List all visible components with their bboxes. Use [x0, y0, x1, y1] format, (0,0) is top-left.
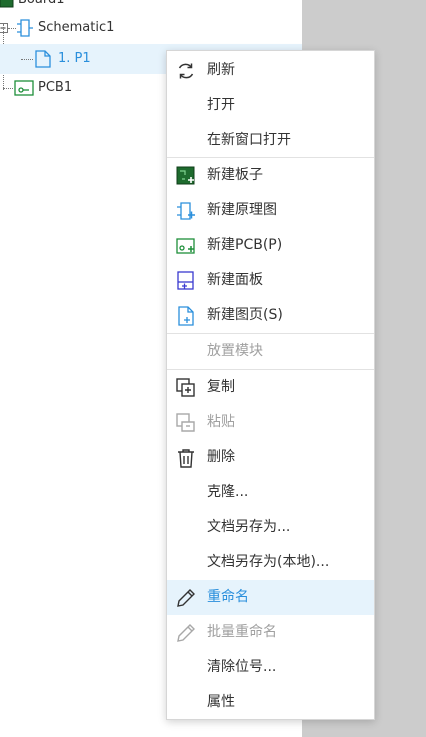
tree-item-page-label: 1. P1: [58, 51, 91, 66]
menu-item-label: 复制: [207, 379, 235, 395]
menu-item-save-as-local[interactable]: 文档另存为(本地)...: [167, 545, 374, 580]
pencil-icon: [177, 589, 195, 607]
menu-item-clear-designators[interactable]: 清除位号...: [167, 650, 374, 685]
paste-icon: [176, 413, 195, 432]
menu-item-label: 新建面板: [207, 272, 263, 288]
context-menu: 刷新 打开 在新窗口打开 新建板子 新建原理图 新建PCB(P) 新建面板 新建…: [166, 50, 375, 720]
board-icon: [0, 0, 14, 8]
menu-item-label: 重命名: [207, 589, 249, 605]
menu-item-new-panel[interactable]: 新建面板: [167, 263, 374, 298]
refresh-icon: [178, 63, 194, 79]
tree-item-board-label: Board1: [18, 0, 64, 14]
new-pcb-icon: [176, 238, 195, 254]
menu-item-new-pcb[interactable]: 新建PCB(P): [167, 228, 374, 263]
collapse-toggle-icon[interactable]: [0, 23, 8, 33]
menu-item-clone[interactable]: 克隆...: [167, 475, 374, 510]
menu-item-new-schematic[interactable]: 新建原理图: [167, 193, 374, 228]
new-schematic-icon: [177, 202, 195, 220]
pcb-icon: [14, 80, 34, 96]
menu-item-open[interactable]: 打开: [167, 88, 374, 123]
new-page-icon: [178, 306, 194, 326]
schematic-icon: [17, 19, 33, 37]
menu-item-new-board[interactable]: 新建板子: [167, 158, 374, 193]
tree-item-schematic-label: Schematic1: [38, 20, 115, 35]
menu-item-label: 粘贴: [207, 414, 235, 430]
menu-item-delete[interactable]: 删除: [167, 440, 374, 475]
menu-item-label: 新建PCB(P): [207, 237, 283, 253]
page-icon: [35, 50, 51, 68]
menu-item-open-new-window[interactable]: 在新窗口打开: [167, 123, 374, 158]
menu-item-label: 属性: [207, 694, 235, 710]
menu-item-batch-rename: 批量重命名: [167, 615, 374, 650]
menu-item-save-as[interactable]: 文档另存为...: [167, 510, 374, 545]
menu-item-label: 新建图页(S): [207, 307, 283, 323]
tree-item-pcb-label: PCB1: [38, 80, 73, 95]
menu-item-place-module: 放置模块: [167, 334, 374, 369]
menu-item-label: 删除: [207, 449, 235, 465]
menu-item-properties[interactable]: 属性: [167, 685, 374, 720]
trash-icon: [178, 449, 194, 468]
menu-item-rename[interactable]: 重命名: [167, 580, 374, 615]
menu-item-new-page[interactable]: 新建图页(S): [167, 298, 374, 333]
menu-item-label: 新建板子: [207, 167, 263, 183]
menu-item-label: 放置模块: [207, 343, 263, 359]
menu-item-label: 文档另存为(本地)...: [207, 554, 330, 570]
menu-item-label: 批量重命名: [207, 624, 277, 640]
menu-item-label: 在新窗口打开: [207, 132, 291, 148]
menu-item-refresh[interactable]: 刷新: [167, 53, 374, 88]
tree-item-schematic[interactable]: Schematic1: [0, 14, 302, 42]
menu-item-label: 新建原理图: [207, 202, 277, 218]
new-panel-icon: [177, 271, 194, 290]
menu-item-label: 克隆...: [207, 484, 249, 500]
menu-item-copy[interactable]: 复制: [167, 370, 374, 405]
menu-item-label: 清除位号...: [207, 659, 277, 675]
copy-icon: [176, 378, 195, 397]
menu-item-label: 刷新: [207, 62, 235, 78]
new-board-icon: [176, 166, 195, 185]
menu-item-label: 文档另存为...: [207, 519, 291, 535]
pencil-icon: [177, 624, 195, 642]
menu-item-paste: 粘贴: [167, 405, 374, 440]
menu-item-label: 打开: [207, 97, 235, 113]
